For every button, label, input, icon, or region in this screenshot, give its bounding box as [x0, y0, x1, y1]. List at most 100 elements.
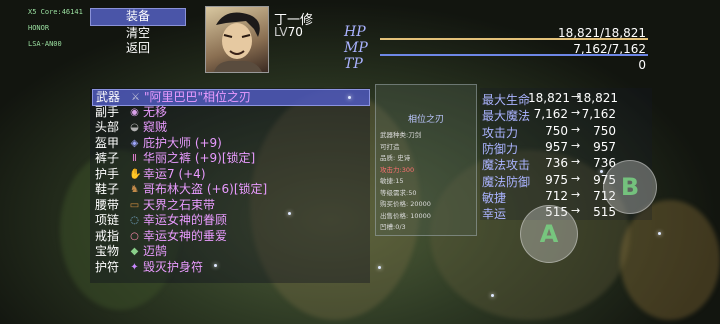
equipment-item-name: 无移: [143, 104, 168, 119]
comparison-current-value: 712: [545, 188, 568, 203]
equipment-item-name: 迈鹄: [143, 244, 168, 258]
system-info-model: LSA-AN00: [28, 40, 62, 48]
comparison-new-value: 750: [593, 123, 616, 138]
ring-icon: ○: [130, 230, 139, 242]
boots-icon: ♞: [130, 184, 139, 195]
equipment-slot-label: 裤子: [95, 151, 120, 165]
equipment-slot-row[interactable]: 护符 ✦ 毁灭护身符: [92, 260, 368, 275]
comparison-current-value: 975: [545, 172, 568, 187]
equipment-item-name: 幸运女神的垂爱: [143, 228, 228, 243]
equipment-slot-label: 戒指: [95, 228, 120, 243]
equipment-item-name: 幸运女神的眷顾: [143, 213, 228, 227]
system-info-brand: HONOR: [28, 24, 50, 32]
equipment-slot-row[interactable]: 裤子 Ⅱ 华丽之裤 (+9)[锁定]: [92, 151, 368, 166]
comparison-new-value: 7,162: [581, 107, 616, 122]
comparison-stat-label: 魔法防御: [482, 174, 531, 189]
sword-icon: ⚔: [131, 92, 140, 103]
equipment-item-name: 华丽之裤 (+9)[锁定]: [143, 151, 256, 165]
equipment-slot-label: 武器: [96, 90, 121, 104]
item-info-line: 品质: 史诗: [380, 154, 411, 162]
hp-label: HP: [344, 24, 366, 40]
a-button-label: A: [539, 220, 559, 248]
equipment-slot-label: 盔甲: [95, 135, 120, 150]
item-info-panel: 相位之刃 武器种类:刀剑 可打造品质: 史诗 攻击力:300 敏捷:15 等级需求:50…: [375, 84, 477, 236]
equipment-slot-row[interactable]: 副手 ◉ 无移: [92, 105, 368, 120]
b-button[interactable]: B: [603, 160, 657, 214]
helmet-icon: ◒: [130, 122, 139, 133]
equipment-item-name: 幸运7 (+4): [143, 166, 206, 181]
equipment-slot-row[interactable]: 戒指 ○ 幸运女神的垂爱: [92, 229, 368, 244]
comparison-stat-label: 最大生命: [482, 93, 531, 107]
equipment-slot-row[interactable]: 盔甲 ◈ 庇护大师 (+9): [92, 136, 368, 151]
item-info-line: 等级需求:50: [380, 188, 417, 197]
comparison-stat-label: 幸运: [482, 207, 507, 222]
comparison-new-value: 18,821: [576, 91, 618, 105]
menu-item-clear[interactable]: 清空: [90, 26, 186, 42]
menu-item-back[interactable]: 返回: [90, 41, 186, 57]
character-portrait: [205, 6, 269, 73]
equipment-item-name: 天界之石束带: [143, 197, 216, 212]
tp-label: TP: [344, 56, 363, 72]
item-info-line: 凹槽:0/3: [380, 223, 406, 231]
item-info-line: 出售价格: 10000: [380, 211, 431, 220]
sparkle-effect: [600, 170, 603, 173]
item-info-title: 相位之刃: [407, 115, 444, 125]
sparkle-effect: [288, 212, 291, 215]
level-prefix: LV: [274, 25, 288, 39]
comparison-stat-label: 防御力: [482, 141, 519, 156]
equipment-slot-label: 头部: [95, 120, 120, 134]
equipment-item-name: 庇护大师 (+9): [143, 135, 222, 150]
equipment-item-name: "阿里巴巴"相位之刃: [144, 90, 252, 104]
equipment-slot-row[interactable]: 护手 ✋ 幸运7 (+4): [92, 167, 368, 182]
command-menu: 装备 清空 返回: [90, 8, 186, 58]
game-scene: X5 Core:46141 HONOR LSA-AN00 装备 清空 返回 丁一…: [0, 0, 720, 324]
equipment-item-name: 哥布林大盗 (+6)[锁定]: [143, 182, 268, 196]
mp-bar: [380, 54, 648, 56]
comparison-current-value: 736: [545, 156, 568, 171]
orb-icon: ◉: [130, 106, 139, 118]
item-info-line: 购买价格: 20000: [380, 200, 431, 208]
item-info-line: 攻击力:300: [380, 165, 415, 174]
tp-value: 0: [638, 58, 646, 72]
equipment-slot-row[interactable]: 腰带 ▭ 天界之石束带: [92, 198, 368, 213]
a-button[interactable]: A: [520, 205, 578, 263]
equipment-slot-row[interactable]: 项链 ◌ 幸运女神的眷顾: [92, 213, 368, 228]
comparison-current-value: 957: [545, 139, 568, 154]
equipment-item-name: 窥贼: [143, 120, 168, 134]
armor-icon: ◈: [130, 137, 139, 149]
comparison-new-value: 957: [593, 139, 616, 154]
sparkle-effect: [491, 294, 494, 297]
hp-bar: [380, 38, 648, 40]
equipment-slot-row[interactable]: 鞋子 ♞ 哥布林大盗 (+6)[锁定]: [92, 182, 368, 197]
comparison-stat-label: 魔法攻击: [482, 158, 531, 173]
equipment-slot-label: 副手: [95, 104, 120, 119]
item-info-line: 敏捷:15: [380, 177, 404, 185]
b-button-label: B: [620, 173, 640, 201]
equipment-slot-label: 鞋子: [95, 182, 120, 196]
sparkle-effect: [378, 266, 381, 269]
level-value: 70: [287, 25, 303, 39]
comparison-stat-label: 敏捷: [482, 190, 507, 205]
equipment-slot-label: 项链: [95, 213, 120, 227]
equipment-item-name: 毁灭护身符: [143, 259, 204, 274]
sparkle-effect: [214, 264, 217, 267]
item-info-line: 可打造: [380, 142, 400, 151]
amulet-icon: ✦: [130, 261, 139, 273]
comparison-current-value: 18,821: [528, 91, 570, 105]
mp-label: MP: [344, 40, 368, 56]
belt-icon: ▭: [129, 199, 140, 211]
equipment-slot-row[interactable]: 宝物 ◆ 迈鹄: [92, 244, 368, 259]
equipment-slot-label: 护手: [95, 166, 120, 181]
gauntlet-icon: ✋: [129, 168, 142, 180]
comparison-stat-label: 攻击力: [482, 125, 519, 140]
necklace-icon: ◌: [130, 215, 139, 226]
comparison-stat-label: 最大魔法: [482, 109, 531, 124]
equipment-slot-row[interactable]: 武器 ⚔ "阿里巴巴"相位之刃: [92, 89, 370, 106]
equipment-slot-row[interactable]: 头部 ◒ 窥贼: [92, 120, 368, 135]
comparison-current-value: 750: [545, 123, 568, 138]
equipment-slot-label: 护符: [95, 259, 120, 274]
item-info-line: 武器种类:刀剑: [380, 131, 422, 139]
equipment-slot-label: 腰带: [95, 197, 120, 212]
menu-item-equip[interactable]: 装备: [90, 8, 186, 26]
sparkle-effect: [658, 232, 661, 235]
